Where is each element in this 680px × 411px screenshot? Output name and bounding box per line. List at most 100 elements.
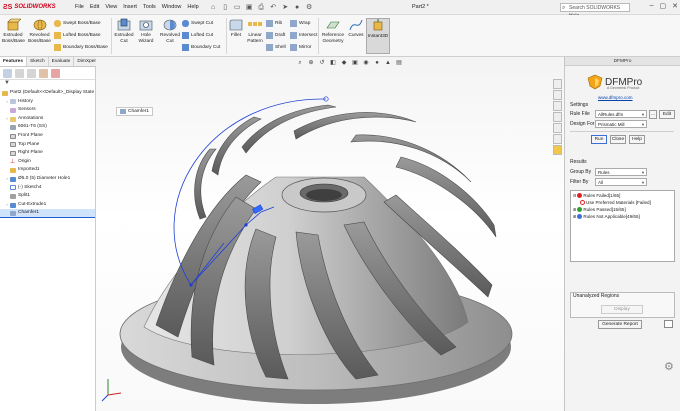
draft-button[interactable]: Draft: [266, 32, 285, 39]
search-input[interactable]: ⌕ Search SOLIDWORKS Help: [560, 3, 630, 19]
mirror-button[interactable]: Mirror: [290, 44, 312, 51]
restore-icon[interactable]: ▢: [660, 2, 667, 10]
tree-item-origin[interactable]: ⊥ Origin: [0, 158, 95, 167]
run-button[interactable]: Run: [591, 135, 607, 144]
open-icon[interactable]: ▭: [233, 3, 242, 12]
curves-label: Curves: [348, 33, 364, 38]
tree-item-material[interactable]: 6061-T6 (SS): [0, 123, 95, 132]
view-palette-icon[interactable]: [553, 112, 562, 122]
group-by-dropdown[interactable]: Rules ▼: [595, 168, 647, 176]
rebuild-icon[interactable]: ●: [293, 3, 302, 12]
home-icon[interactable]: ⌂: [209, 3, 218, 12]
swept-boss-button[interactable]: Swept Boss/Base: [54, 20, 101, 27]
property-manager-icon[interactable]: [15, 69, 24, 78]
tree-filter-icon[interactable]: ▼: [0, 80, 95, 89]
results-row-preferred-materials[interactable]: Use Preferred Materials [Failed]: [580, 200, 651, 205]
impeller-model[interactable]: [96, 57, 564, 411]
generate-report-button[interactable]: Generate Report: [598, 320, 642, 329]
revolved-cut-button[interactable]: Revolved Cut: [158, 18, 182, 44]
display-manager-icon[interactable]: [51, 69, 60, 78]
dfmpro-tab-icon[interactable]: [553, 145, 562, 155]
feature-manager-icon[interactable]: [3, 69, 12, 78]
tree-item-sketch4[interactable]: (-) Sketch4: [0, 184, 95, 193]
menu-tools[interactable]: Tools: [143, 4, 156, 10]
hole-wizard-button[interactable]: Hole Wizard: [136, 18, 156, 44]
wrap-button[interactable]: Wrap: [290, 20, 310, 27]
minimize-icon[interactable]: –: [650, 2, 654, 10]
close-button[interactable]: Close: [610, 135, 626, 144]
custom-properties-icon[interactable]: [553, 134, 562, 144]
menu-view[interactable]: View: [105, 4, 117, 10]
results-row-not-applicable[interactable]: ⊞ Rules Not Applicable[49/65]: [573, 214, 640, 219]
print-icon[interactable]: ⎙: [257, 3, 266, 12]
reference-geometry-button[interactable]: Reference Geometry: [320, 18, 346, 44]
tree-root[interactable]: Part2 (Default<<Default>_Display State: [0, 89, 95, 98]
export-icon[interactable]: [664, 320, 673, 328]
help-button[interactable]: Help: [629, 135, 645, 144]
dimxpert-manager-icon[interactable]: [39, 69, 48, 78]
sketch-point[interactable]: [244, 223, 248, 227]
configuration-manager-icon[interactable]: [27, 69, 36, 78]
gear-icon[interactable]: ⚙: [664, 360, 674, 373]
menu-edit[interactable]: Edit: [90, 4, 99, 10]
options-icon[interactable]: ⚙: [305, 3, 314, 12]
menu-insert[interactable]: Insert: [123, 4, 137, 10]
tree-item-imported1[interactable]: Imported1: [0, 166, 95, 175]
tree-item-chamfer1[interactable]: Chamfer1: [0, 209, 95, 218]
tree-item-top-plane[interactable]: Top Plane: [0, 141, 95, 150]
intersect-button[interactable]: Intersect: [290, 32, 317, 39]
menu-window[interactable]: Window: [162, 4, 182, 10]
tree-item-hole1[interactable]: › Ø5.0 (5) Diameter Hole1: [0, 175, 95, 184]
lofted-boss-button[interactable]: Lofted Boss/Base: [54, 32, 101, 39]
extruded-cut-button[interactable]: Extruded Cut: [113, 18, 135, 44]
save-icon[interactable]: ▣: [245, 3, 254, 12]
tree-item-sensors[interactable]: Sensors: [0, 106, 95, 115]
solidworks-logo[interactable]: ƧS SOLIDWORKS: [3, 4, 65, 11]
extruded-boss-button[interactable]: Extruded Boss/Base: [2, 18, 25, 44]
menu-file[interactable]: File: [75, 4, 84, 10]
instant3d-button[interactable]: Instant3D: [366, 18, 390, 54]
curves-button[interactable]: Curves: [347, 18, 365, 39]
linear-pattern-button[interactable]: Linear Pattern: [245, 18, 265, 44]
close-icon[interactable]: ✕: [672, 2, 678, 10]
shell-button[interactable]: Shell: [266, 44, 286, 51]
boundary-boss-button[interactable]: Boundary Boss/Base: [54, 44, 108, 51]
resources-icon[interactable]: [553, 79, 562, 89]
select-icon[interactable]: ➤: [281, 3, 290, 12]
imported-icon: [10, 168, 16, 174]
tree-item-history[interactable]: › History: [0, 98, 95, 107]
undo-icon[interactable]: ↶: [269, 3, 278, 12]
fillet-button[interactable]: Fillet: [228, 18, 244, 39]
rule-file-dropdown[interactable]: AllRules.dfm ▼: [595, 110, 647, 118]
new-doc-icon[interactable]: ▯: [221, 3, 230, 12]
revolved-boss-label: Revolved Boss/Base: [28, 33, 51, 44]
dfmpro-website-link[interactable]: www.dfmpro.com: [598, 95, 633, 100]
browse-button[interactable]: ...: [649, 110, 657, 119]
tree-item-right-plane[interactable]: Right Plane: [0, 149, 95, 158]
tree-item-split1[interactable]: Split1: [0, 192, 95, 201]
task-pane-tabs: [553, 79, 563, 155]
swept-cut-button[interactable]: Swept Cut: [182, 20, 213, 27]
lofted-cut-button[interactable]: Lofted Cut: [182, 32, 213, 39]
tree-item-front-plane[interactable]: Front Plane: [0, 132, 95, 141]
filter-by-dropdown[interactable]: All ▼: [595, 178, 647, 186]
display-button[interactable]: Display: [601, 305, 643, 314]
results-row-passed[interactable]: ⊞ Rules Passed[15/65]: [573, 207, 626, 212]
design-library-icon[interactable]: [553, 90, 562, 100]
rib-button[interactable]: Rib: [266, 20, 282, 27]
tab-features[interactable]: Features: [0, 57, 27, 66]
revolved-boss-button[interactable]: Revolved Boss/Base: [27, 18, 52, 44]
tree-item-cut-extrude1[interactable]: › Cut-Extrude1: [0, 201, 95, 210]
tree-item-annotations[interactable]: › Annotations: [0, 115, 95, 124]
edit-button[interactable]: Edit: [659, 110, 675, 119]
graphics-area[interactable]: ⌕ ⊕ ↺ ◧ ◆ ▣ ◉ ● ▲ ▤ Chamfer1: [96, 57, 564, 411]
tab-sketch[interactable]: Sketch: [27, 57, 49, 66]
results-row-failed[interactable]: ⊟ Rules Failed[1/65]: [573, 193, 620, 198]
boundary-cut-button[interactable]: Boundary Cut: [182, 44, 220, 51]
tab-evaluate[interactable]: Evaluate: [49, 57, 75, 66]
menu-help[interactable]: Help: [187, 4, 198, 10]
appearances-icon[interactable]: [553, 123, 562, 133]
design-for-dropdown[interactable]: Prismatic Mill ▼: [595, 120, 647, 128]
sketch-point[interactable]: [189, 283, 193, 287]
file-explorer-icon[interactable]: [553, 101, 562, 111]
